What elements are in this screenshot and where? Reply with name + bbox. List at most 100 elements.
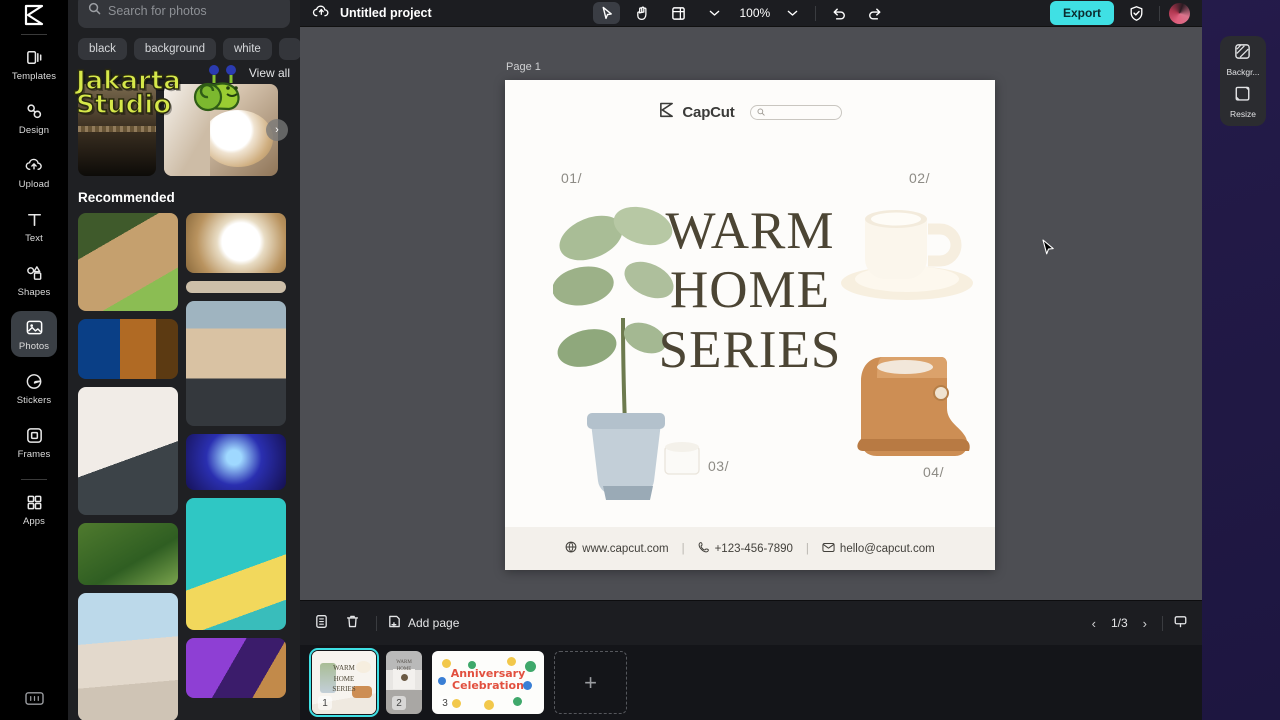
delete-page-button[interactable]	[345, 614, 366, 632]
photo-thumbnail[interactable]	[186, 498, 286, 630]
design-icon	[25, 101, 44, 122]
resize-label: Resize	[1230, 109, 1256, 119]
thumbnail-number: 3	[438, 696, 452, 710]
photo-thumbnail[interactable]	[78, 213, 178, 311]
select-tool-button[interactable]	[593, 2, 620, 24]
zoom-chevron-down-icon[interactable]	[779, 2, 806, 24]
cloud-save-icon[interactable]	[312, 3, 331, 24]
export-button[interactable]: Export	[1050, 1, 1114, 25]
sidebar-item-stickers[interactable]: Stickers	[11, 365, 57, 411]
bottom-toolbar: Add page ‹ 1/3 ›	[300, 600, 1202, 645]
avatar[interactable]	[1169, 3, 1190, 24]
thumbnail-number: 2	[392, 696, 406, 710]
prev-page-button[interactable]: ‹	[1087, 616, 1101, 631]
sidebar-item-text[interactable]: Text	[11, 203, 57, 249]
photo-thumbnail[interactable]	[186, 281, 286, 293]
page-thumbnail-strip: WARMHOMESERIES 1 WARMHOME 2 AnniversaryC…	[300, 645, 1202, 720]
shapes-icon	[25, 263, 44, 284]
photo-thumbnail[interactable]	[186, 213, 286, 273]
headline-line-3: SERIES	[505, 321, 995, 380]
next-page-button[interactable]: ›	[1138, 616, 1152, 631]
photo-thumbnail[interactable]	[78, 387, 178, 515]
tag-chip-list: black background white	[68, 28, 300, 60]
capcut-logo-icon[interactable]	[22, 2, 46, 28]
bottom-divider-2	[1162, 616, 1163, 631]
design-footer: www.capcut.com | +123-456-7890 | hello@c…	[505, 527, 995, 570]
zoom-level-label[interactable]: 100%	[739, 6, 770, 20]
design-header: CapCut	[505, 80, 995, 122]
photo-thumbnail[interactable]	[78, 593, 178, 720]
search-box[interactable]	[78, 0, 290, 28]
footer-separator-1: |	[682, 543, 685, 555]
project-title[interactable]: Untitled project	[340, 6, 432, 20]
recommended-heading: Recommended	[68, 176, 300, 213]
footer-phone: +123-456-7890	[698, 541, 793, 556]
canvas-area[interactable]: Page 1 CapCut	[300, 27, 1202, 600]
headline-line-2: HOME	[505, 261, 995, 320]
featured-photo-1[interactable]	[78, 84, 156, 176]
sidebar-label-apps: Apps	[23, 516, 45, 527]
photo-thumbnail[interactable]	[186, 638, 286, 698]
tag-chip-white[interactable]: white	[223, 38, 272, 60]
search-input[interactable]	[108, 4, 280, 18]
sidebar-item-photos[interactable]: Photos	[11, 311, 57, 357]
sidebar-item-templates[interactable]: Templates	[11, 41, 57, 87]
hand-tool-button[interactable]	[629, 2, 656, 24]
sidebar-item-frames[interactable]: Frames	[11, 419, 57, 465]
photo-column-left	[78, 213, 178, 720]
page-indicator: 1/3	[1111, 616, 1128, 630]
sidebar-item-upload[interactable]: Upload	[11, 149, 57, 195]
frame-tool-chevron-down-icon[interactable]	[701, 2, 728, 24]
rail-divider-bottom	[21, 479, 47, 480]
text-icon	[25, 209, 44, 230]
headline-line-1: WARM	[505, 202, 995, 261]
view-all-link[interactable]: View all	[249, 66, 290, 80]
page-thumbnail-3[interactable]: AnniversaryCelebration 3	[432, 651, 544, 714]
upload-icon	[24, 155, 44, 176]
duplicate-icon	[314, 614, 329, 632]
featured-photo-2[interactable]	[164, 84, 278, 176]
design-search-icon	[757, 103, 765, 121]
resize-icon	[1234, 85, 1251, 107]
footer-email-text: hello@capcut.com	[840, 543, 935, 555]
sidebar-label-templates: Templates	[12, 71, 56, 82]
carousel-next-icon[interactable]: ›	[266, 119, 288, 141]
right-tool-panel: Backgr... Resize	[1220, 36, 1266, 126]
tag-chip-black[interactable]: black	[78, 38, 127, 60]
add-page-button[interactable]: Add page	[387, 614, 459, 632]
trash-icon	[345, 614, 360, 632]
duplicate-page-button[interactable]	[314, 614, 335, 632]
resize-button[interactable]: Resize	[1230, 85, 1256, 119]
redo-button[interactable]	[861, 2, 888, 24]
footer-email: hello@capcut.com	[822, 542, 935, 556]
keyboard-icon[interactable]	[24, 690, 45, 712]
frame-tool-button[interactable]	[665, 2, 692, 24]
sidebar-label-text: Text	[25, 233, 43, 244]
tag-chip-background[interactable]: background	[134, 38, 216, 60]
shield-check-icon[interactable]	[1123, 2, 1150, 24]
design-page[interactable]: CapCut	[505, 80, 995, 570]
present-button[interactable]	[1173, 614, 1188, 632]
featured-photo-row: ›	[68, 84, 300, 176]
sidebar-item-shapes[interactable]: Shapes	[11, 257, 57, 303]
photo-thumbnail[interactable]	[78, 319, 178, 379]
footer-phone-text: +123-456-7890	[715, 543, 793, 555]
number-label-02: 02/	[909, 170, 930, 186]
page-thumbnail-1[interactable]: WARMHOMESERIES 1	[312, 651, 376, 714]
background-label: Backgr...	[1226, 67, 1259, 77]
undo-button[interactable]	[825, 2, 852, 24]
rail-footer	[0, 690, 68, 712]
tag-chip-overflow[interactable]	[279, 38, 300, 60]
sidebar-item-apps[interactable]: Apps	[11, 486, 57, 532]
sidebar-item-design[interactable]: Design	[11, 95, 57, 141]
thumbnail-number: 1	[318, 696, 332, 710]
photo-thumbnail[interactable]	[186, 434, 286, 490]
photo-thumbnail[interactable]	[186, 301, 286, 426]
page-label: Page 1	[506, 61, 541, 73]
photo-thumbnail[interactable]	[78, 523, 178, 585]
mail-icon	[822, 542, 835, 556]
add-page-thumbnail[interactable]: +	[554, 651, 627, 714]
background-button[interactable]: Backgr...	[1226, 43, 1259, 77]
design-headline[interactable]: WARM HOME SERIES	[505, 202, 995, 380]
page-thumbnail-2[interactable]: WARMHOME 2	[386, 651, 422, 714]
